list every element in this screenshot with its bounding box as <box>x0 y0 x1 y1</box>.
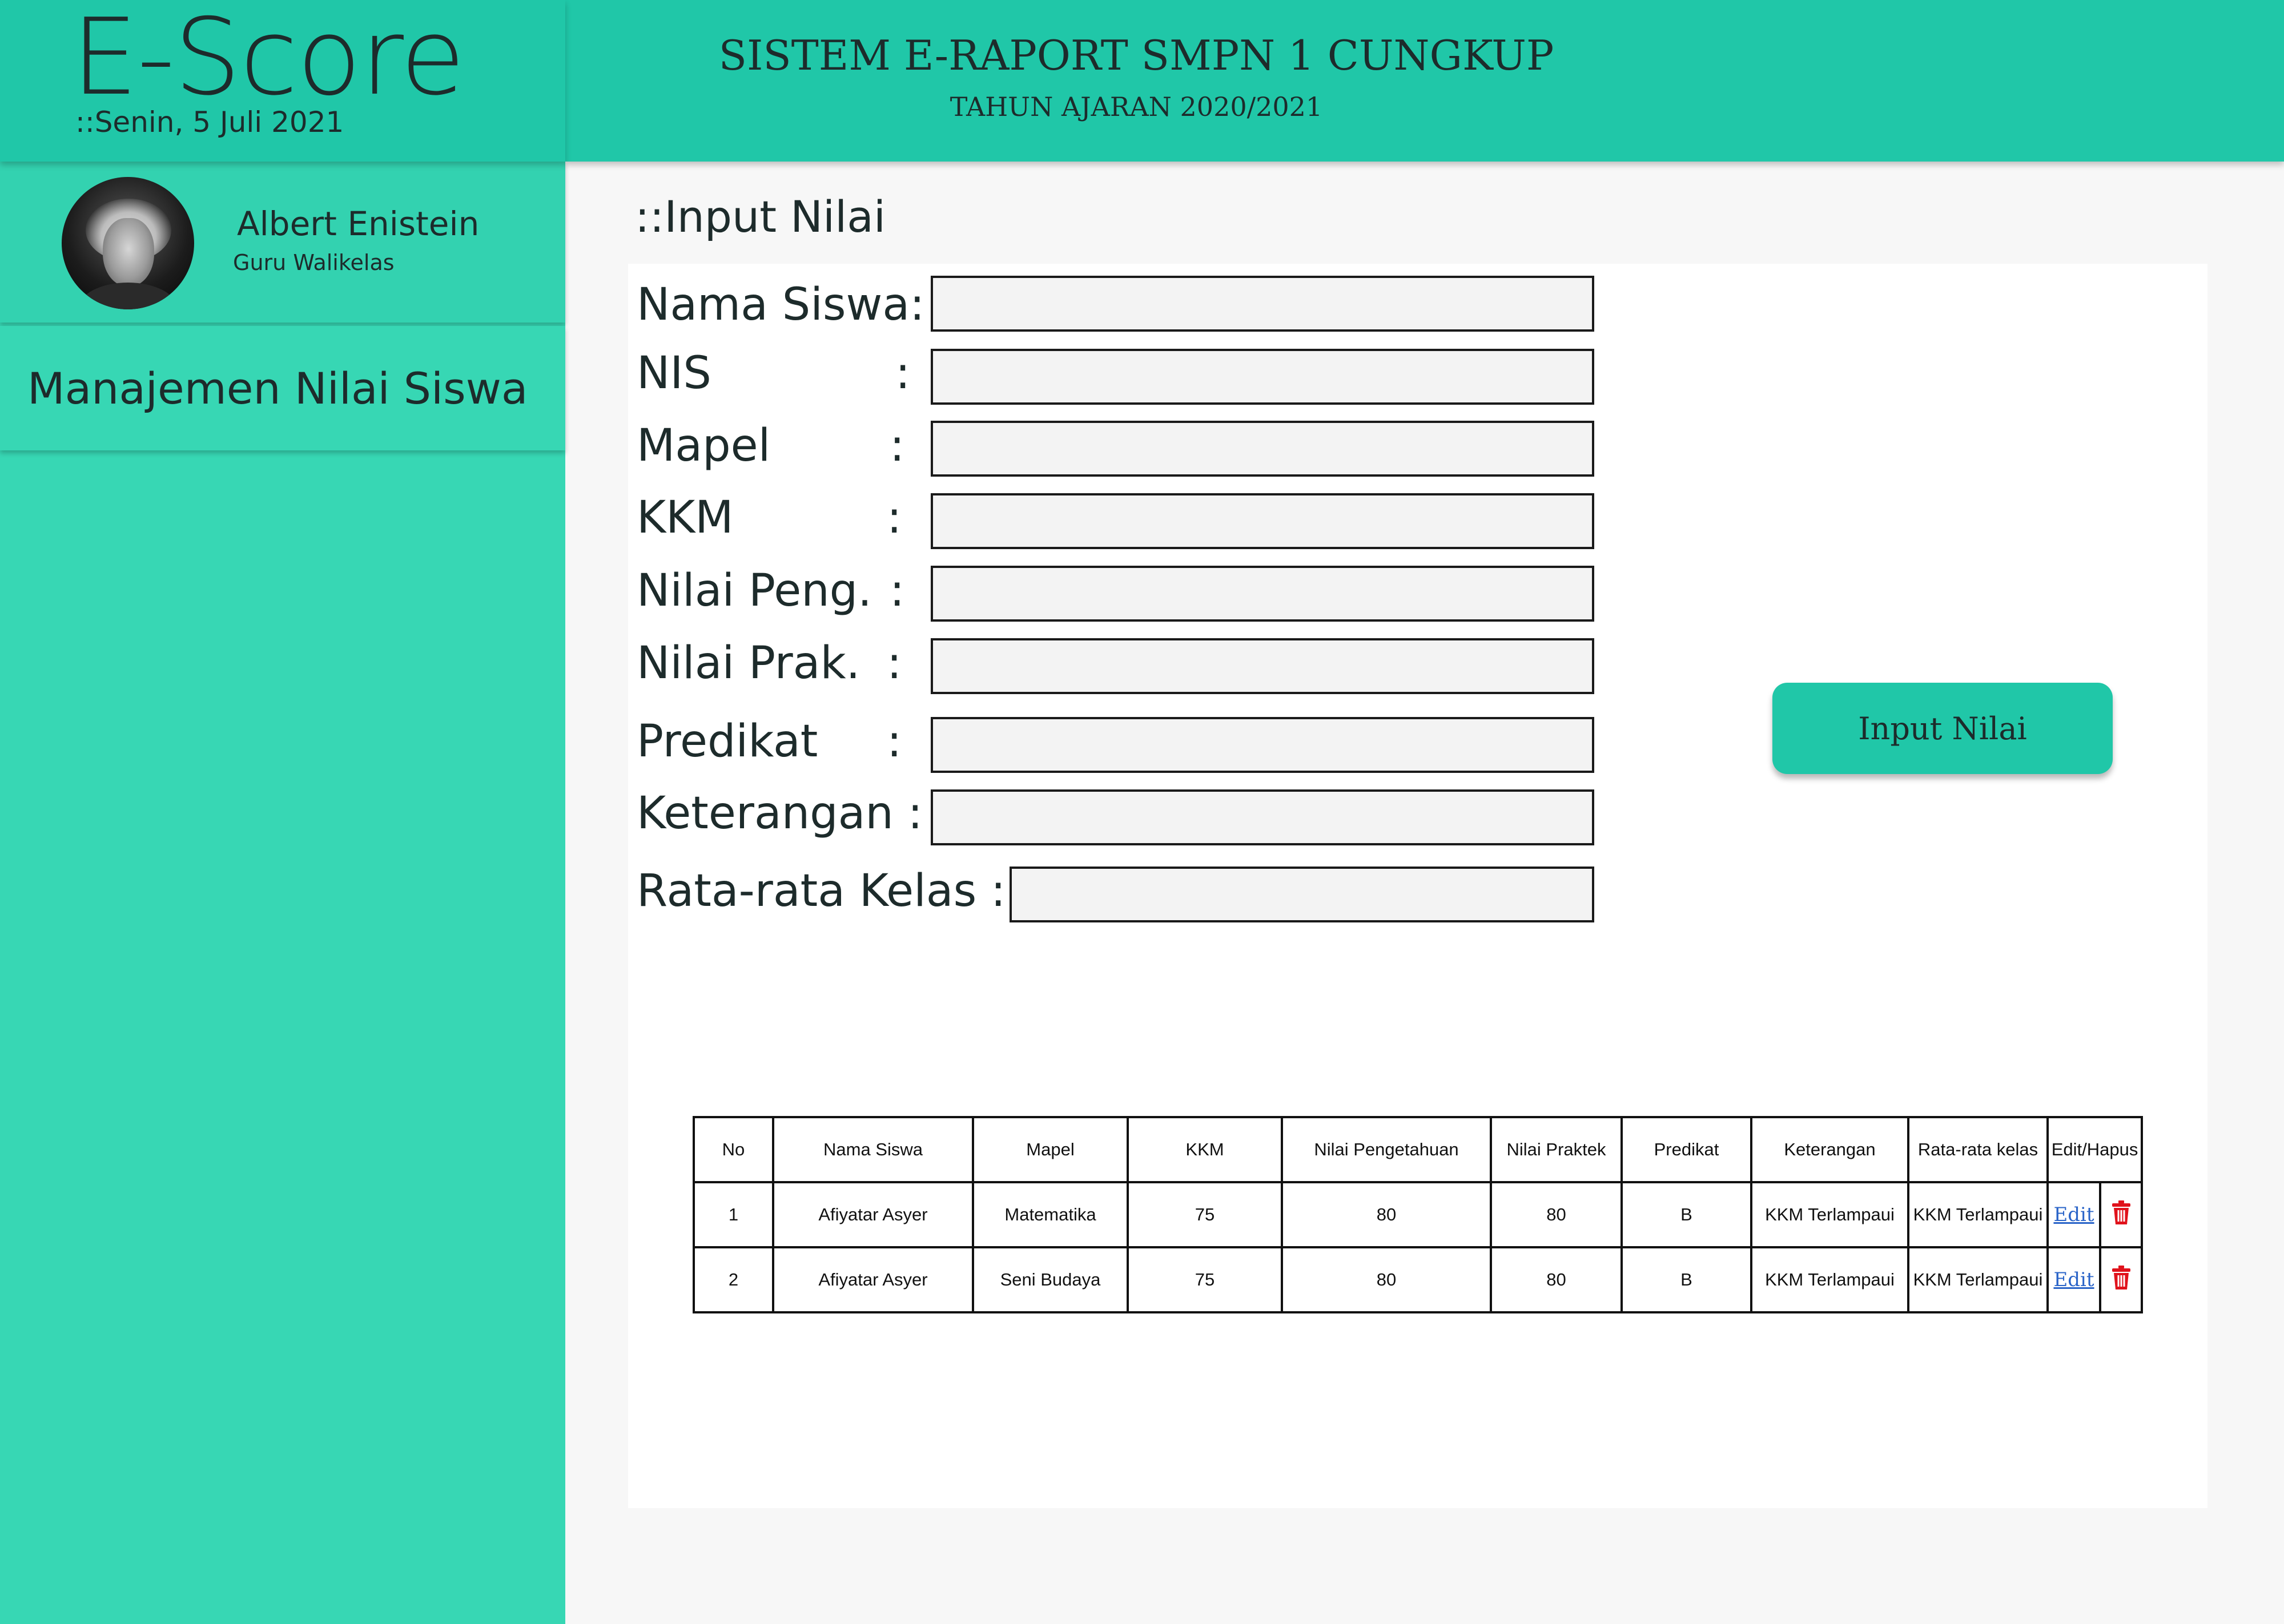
label-nis: NIS <box>637 348 711 399</box>
app-logo-title: E-Score <box>71 0 465 119</box>
school-year: TAHUN AJARAN 2020/2021 <box>950 91 1323 122</box>
cell-kkm: 75 <box>1127 1246 1283 1313</box>
table-row: 2 Afiyatar Asyer Seni Budaya 75 80 80 B … <box>693 1246 2144 1313</box>
cell-nilai-praktek: 80 <box>1490 1181 1623 1248</box>
column-header-nilai-praktek: Nilai Praktek <box>1490 1116 1623 1183</box>
cell-edit: Edit <box>2046 1246 2101 1313</box>
user-profile-card: Albert Enistein Guru Walikelas <box>0 162 565 323</box>
input-nilai-button[interactable]: Input Nilai <box>1772 683 2113 774</box>
predikat-field[interactable] <box>931 717 1594 773</box>
mapel-field[interactable] <box>931 421 1594 477</box>
colon-predikat: : <box>887 716 902 767</box>
grades-table: No Nama Siswa Mapel KKM Nilai Pengetahua… <box>693 1116 2144 1313</box>
page-title: ::Input Nilai <box>635 191 886 242</box>
cell-kkm: 75 <box>1127 1181 1283 1248</box>
nama-siswa-field[interactable] <box>931 276 1594 332</box>
avatar <box>62 177 194 309</box>
cell-delete <box>2098 1246 2144 1313</box>
current-date: ::Senin, 5 Juli 2021 <box>75 106 344 139</box>
cell-delete <box>2098 1181 2144 1248</box>
column-header-mapel: Mapel <box>972 1116 1129 1183</box>
user-name: Albert Enistein <box>237 204 480 243</box>
label-kkm: KKM <box>637 492 734 543</box>
cell-predikat: B <box>1620 1181 1752 1248</box>
user-role: Guru Walikelas <box>233 250 395 275</box>
colon-nilai-peng: : <box>890 565 905 616</box>
cell-keterangan: KKM Terlampaui <box>1750 1246 1909 1313</box>
colon-mapel: : <box>890 420 905 472</box>
rata-rata-kelas-field[interactable] <box>1010 867 1594 922</box>
edit-link[interactable]: Edit <box>2053 1268 2094 1291</box>
column-header-no: No <box>693 1116 774 1183</box>
avatar-body-shape <box>79 283 177 309</box>
label-rata-rata-kelas: Rata-rata Kelas : <box>637 865 1006 917</box>
column-header-rata-rata-kelas: Rata-rata kelas <box>1907 1116 2049 1183</box>
label-nama-siswa: Nama Siswa: <box>637 279 925 331</box>
nis-field[interactable] <box>931 349 1594 405</box>
kkm-field[interactable] <box>931 493 1594 549</box>
label-nilai-peng: Nilai Peng. <box>637 565 872 616</box>
system-title: SISTEM E-RAPORT SMPN 1 CUNGKUP <box>718 31 1554 79</box>
label-nilai-prak: Nilai Prak. <box>637 638 860 689</box>
cell-nama-siswa: Afiyatar Asyer <box>772 1246 974 1313</box>
sidebar-item-label: Manajemen Nilai Siswa <box>27 362 528 414</box>
sidebar: Albert Enistein Guru Walikelas Manajemen… <box>0 162 565 1624</box>
table-header-row: No Nama Siswa Mapel KKM Nilai Pengetahua… <box>693 1116 2144 1183</box>
cell-nilai-praktek: 80 <box>1490 1246 1623 1313</box>
colon-kkm: : <box>887 492 902 543</box>
label-keterangan: Keterangan : <box>637 788 923 839</box>
colon-nis: : <box>895 348 911 399</box>
cell-rata-rata-kelas: KKM Terlampaui <box>1907 1246 2049 1313</box>
colon-nilai-prak: : <box>887 638 902 689</box>
label-predikat: Predikat <box>637 716 818 767</box>
cell-mapel: Matematika <box>972 1181 1129 1248</box>
column-header-nama-siswa: Nama Siswa <box>772 1116 974 1183</box>
trash-icon[interactable] <box>2111 1200 2132 1230</box>
label-mapel: Mapel <box>637 420 771 472</box>
table-row: 1 Afiyatar Asyer Matematika 75 80 80 B K… <box>693 1181 2144 1248</box>
cell-nama-siswa: Afiyatar Asyer <box>772 1181 974 1248</box>
cell-mapel: Seni Budaya <box>972 1246 1129 1313</box>
cell-edit: Edit <box>2046 1181 2101 1248</box>
avatar-face-shape <box>103 218 154 287</box>
cell-predikat: B <box>1620 1246 1752 1313</box>
keterangan-field[interactable] <box>931 789 1594 845</box>
brand-block: E-Score ::Senin, 5 Juli 2021 <box>0 0 565 162</box>
nilai-pengetahuan-field[interactable] <box>931 566 1594 622</box>
column-header-edit-hapus: Edit/Hapus <box>2046 1116 2144 1183</box>
cell-rata-rata-kelas: KKM Terlampaui <box>1907 1181 2049 1248</box>
sidebar-item-manajemen-nilai-siswa[interactable]: Manajemen Nilai Siswa <box>0 326 565 450</box>
cell-no: 1 <box>693 1181 774 1248</box>
cell-keterangan: KKM Terlampaui <box>1750 1181 1909 1248</box>
column-header-nilai-pengetahuan: Nilai Pengetahuan <box>1281 1116 1492 1183</box>
trash-icon[interactable] <box>2111 1265 2132 1295</box>
column-header-predikat: Predikat <box>1620 1116 1752 1183</box>
column-header-kkm: KKM <box>1127 1116 1283 1183</box>
column-header-keterangan: Keterangan <box>1750 1116 1909 1183</box>
nilai-praktek-field[interactable] <box>931 638 1594 694</box>
edit-link[interactable]: Edit <box>2053 1203 2094 1226</box>
cell-nilai-pengetahuan: 80 <box>1281 1181 1492 1248</box>
top-header: SISTEM E-RAPORT SMPN 1 CUNGKUP TAHUN AJA… <box>565 0 2284 162</box>
cell-nilai-pengetahuan: 80 <box>1281 1246 1492 1313</box>
cell-no: 2 <box>693 1246 774 1313</box>
grades-table-container: No Nama Siswa Mapel KKM Nilai Pengetahua… <box>693 1116 2144 1313</box>
